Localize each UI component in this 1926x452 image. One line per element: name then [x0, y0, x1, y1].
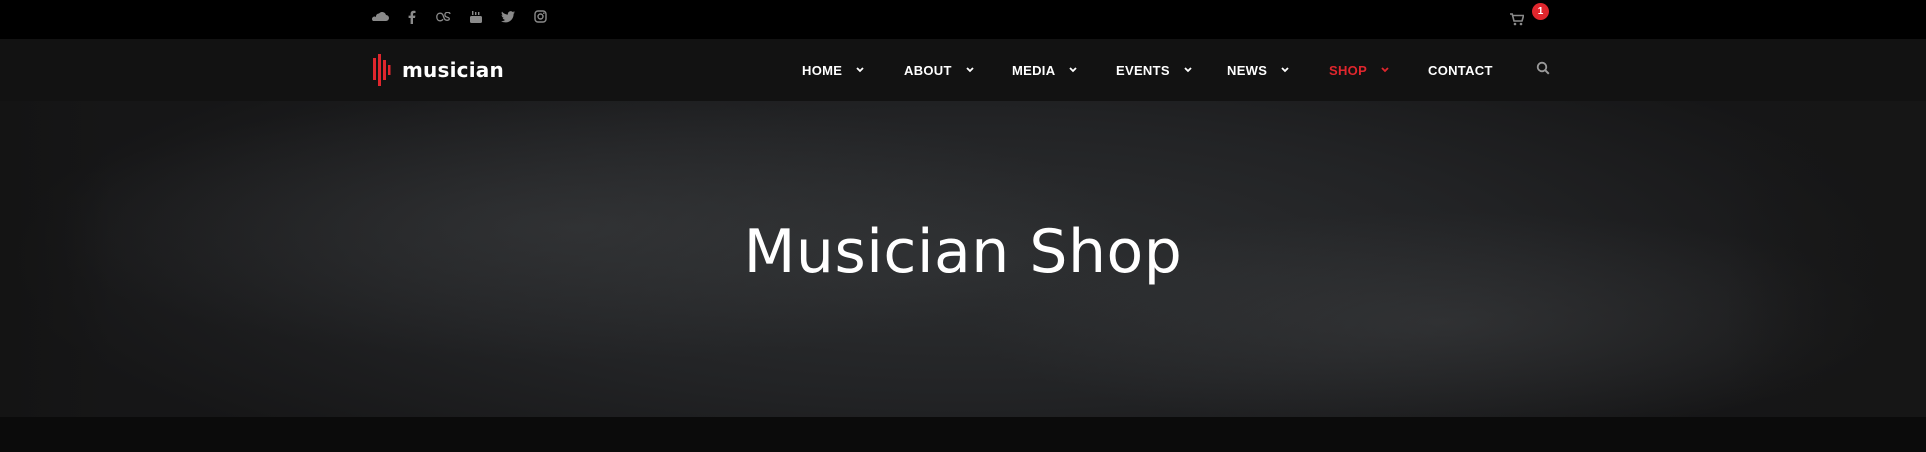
nav-item-about[interactable]: ABOUT — [904, 39, 974, 101]
chevron-down-icon — [1381, 67, 1389, 73]
cart-icon[interactable] — [1510, 10, 1534, 34]
nav-item-media[interactable]: MEDIA — [1012, 39, 1078, 101]
chevron-down-icon — [1281, 67, 1289, 73]
nav-item-shop[interactable]: SHOP — [1329, 39, 1389, 101]
soundcloud-icon[interactable] — [370, 7, 390, 27]
page-title: Musician Shop — [743, 217, 1183, 287]
page-hero: Musician Shop — [0, 101, 1926, 417]
primary-menu: HOME ABOUT MEDIA EVENTS NEWS SHOP CONTAC… — [0, 39, 1926, 101]
nav-item-label: MEDIA — [1012, 62, 1056, 78]
facebook-icon[interactable] — [402, 7, 422, 27]
social-links — [370, 0, 550, 33]
nav-item-events[interactable]: EVENTS — [1116, 39, 1192, 101]
cart-count-badge: 1 — [1532, 3, 1549, 20]
nav-item-news[interactable]: NEWS — [1227, 39, 1289, 101]
nav-item-label: SHOP — [1329, 62, 1368, 78]
nav-item-label: ABOUT — [904, 62, 952, 78]
nav-item-label: EVENTS — [1116, 62, 1170, 78]
youtube-icon[interactable] — [466, 7, 486, 27]
nav-item-home[interactable]: HOME — [802, 39, 864, 101]
chevron-down-icon — [856, 67, 864, 73]
nav-item-label: HOME — [802, 62, 843, 78]
lastfm-icon[interactable] — [434, 7, 454, 27]
chevron-down-icon — [1184, 67, 1192, 73]
search-icon[interactable] — [1536, 61, 1554, 79]
top-bar: 1 — [0, 0, 1926, 39]
twitter-icon[interactable] — [498, 7, 518, 27]
nav-item-label: NEWS — [1227, 62, 1268, 78]
nav-item-contact[interactable]: CONTACT — [1428, 39, 1493, 101]
main-navbar: musician HOME ABOUT MEDIA EVENTS NEWS SH… — [0, 39, 1926, 101]
chevron-down-icon — [966, 67, 974, 73]
chevron-down-icon — [1069, 67, 1078, 73]
nav-item-label: CONTACT — [1428, 62, 1493, 78]
content-area — [0, 417, 1926, 452]
instagram-icon[interactable] — [530, 7, 550, 27]
